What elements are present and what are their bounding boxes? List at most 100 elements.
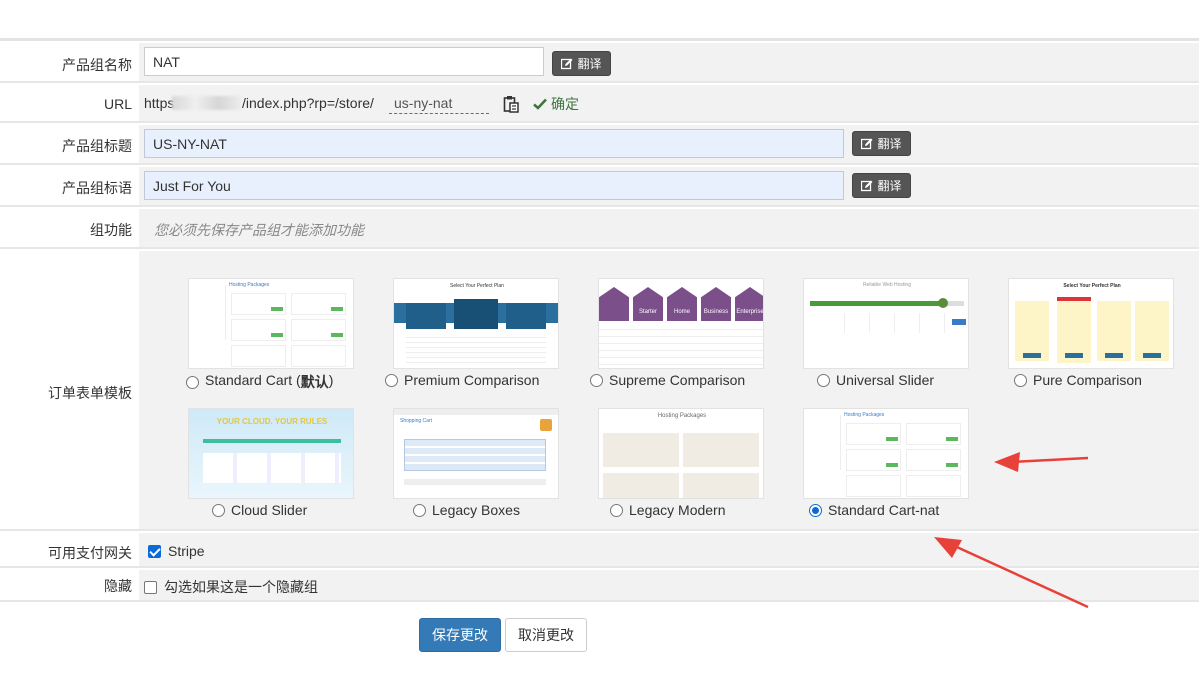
row-url: URL https: /index.php?rp=/store/ us-ny-n…	[0, 85, 1199, 123]
template-radio[interactable]	[385, 373, 398, 387]
hidden-option-label: 勾选如果这是一个隐藏组	[164, 579, 318, 595]
template-thumbnail[interactable]: Select Your Perfect Plan	[1008, 278, 1174, 369]
hidden-checkbox-option[interactable]: 勾选如果这是一个隐藏组	[144, 577, 318, 597]
template-option[interactable]: Select Your Perfect Plan Pure Comparison	[1008, 278, 1174, 388]
template-radio[interactable]	[590, 373, 603, 387]
url-confirm-label: 确定	[551, 97, 579, 113]
thumb-heading: Select Your Perfect Plan	[1063, 283, 1121, 289]
template-option[interactable]: Starter Home Business Enterprise Supreme Com…	[590, 278, 764, 388]
template-thumbnail[interactable]: Shopping Cart	[393, 408, 559, 499]
edit-icon	[861, 180, 873, 191]
check-icon	[533, 98, 547, 110]
url-label: URL	[103, 96, 132, 112]
edit-icon	[861, 138, 873, 149]
template-radio[interactable]	[1014, 373, 1027, 387]
row-hidden: 隐藏 勾选如果这是一个隐藏组	[0, 570, 1199, 602]
template-radio[interactable]	[817, 373, 830, 387]
row-group-name: 产品组名称 翻译	[0, 43, 1199, 83]
hidden-checkbox[interactable]	[144, 580, 157, 594]
translate-button-title[interactable]: 翻译	[852, 131, 911, 156]
thumb-heading: Hosting Packages	[657, 413, 707, 419]
stripe-checkbox[interactable]	[148, 544, 161, 558]
template-name: Standard Cart (	[205, 372, 301, 388]
template-name: Cloud Slider	[231, 502, 308, 518]
row-group-title: 产品组标题 翻译	[0, 125, 1199, 165]
template-radio[interactable]	[809, 503, 822, 517]
thumb-tier: Business	[703, 309, 729, 315]
template-thumbnail[interactable]: Hosting Packages	[803, 408, 969, 499]
translate-button-tagline[interactable]: 翻译	[852, 173, 911, 198]
group-features-label: 组功能	[90, 222, 132, 238]
url-confirm-button[interactable]: 确定	[533, 94, 579, 114]
stripe-checkbox-option[interactable]: Stripe	[148, 543, 205, 559]
template-option[interactable]: Hosting Packages Standard Cart (默认)	[186, 278, 354, 392]
template-thumbnail[interactable]: Select Your Perfect Plan	[393, 278, 559, 369]
payment-gateways-field-area	[139, 533, 1199, 566]
template-option[interactable]: Hosting Packages Legacy Modern	[598, 408, 764, 518]
template-label: Cloud Slider	[231, 502, 307, 518]
template-thumbnail[interactable]: Starter Home Business Enterprise	[598, 278, 764, 369]
top-divider	[0, 38, 1199, 41]
group-name-input[interactable]	[144, 47, 544, 76]
group-title-label: 产品组标题	[62, 138, 132, 154]
template-radio[interactable]	[610, 503, 623, 517]
row-group-tagline: 产品组标语 翻译	[0, 167, 1199, 207]
stripe-label: Stripe	[168, 543, 205, 559]
template-name: Premium Comparison	[404, 372, 540, 388]
template-label: Standard Cart-nat	[828, 502, 939, 518]
template-label: Legacy Boxes	[432, 502, 520, 518]
url-redacted-domain	[172, 96, 242, 110]
template-label: Supreme Comparison	[609, 372, 745, 388]
template-option[interactable]: YOUR CLOUD. YOUR RULES Cloud Slider	[188, 408, 354, 518]
translate-label: 翻译	[877, 179, 902, 193]
template-name: Universal Slider	[836, 372, 935, 388]
template-label: Standard Cart (默认)	[205, 372, 333, 392]
group-tagline-input[interactable]	[144, 171, 844, 200]
template-name: Legacy Modern	[629, 502, 726, 518]
translate-button-name[interactable]: 翻译	[552, 51, 611, 76]
template-thumbnail[interactable]: Hosting Packages	[598, 408, 764, 499]
url-slug-input[interactable]: us-ny-nat	[389, 95, 489, 114]
template-option[interactable]: Reliable Web Hosting Universal Slider	[803, 278, 969, 388]
template-default-marker: 默认	[300, 374, 329, 390]
translate-label: 翻译	[877, 137, 902, 151]
template-name: Pure Comparison	[1033, 372, 1142, 388]
template-label: Pure Comparison	[1033, 372, 1142, 388]
clipboard-icon[interactable]	[503, 95, 519, 113]
template-name: Supreme Comparison	[609, 372, 746, 388]
thumb-heading: Reliable Web Hosting	[863, 282, 911, 288]
thumb-tier: Enterprise	[736, 309, 764, 315]
row-group-features: 组功能 您必须先保存产品组才能添加功能	[0, 209, 1199, 249]
template-name: Standard Cart-nat	[828, 502, 940, 518]
template-option[interactable]: Select Your Perfect Plan Premium Comparis…	[385, 278, 559, 388]
order-template-label: 订单表单模板	[48, 385, 132, 401]
template-thumbnail[interactable]: Reliable Web Hosting	[803, 278, 969, 369]
group-tagline-label: 产品组标语	[62, 180, 132, 196]
row-payment-gateways: 可用支付网关 Stripe	[0, 533, 1199, 568]
template-radio[interactable]	[186, 375, 199, 389]
template-option[interactable]: Shopping Cart Legacy Boxes	[393, 408, 559, 518]
cancel-button[interactable]: 取消更改	[505, 618, 587, 652]
template-label: Universal Slider	[836, 372, 934, 388]
group-name-label: 产品组名称	[62, 57, 132, 73]
thumb-heading: Hosting Packages	[844, 412, 885, 418]
hidden-label: 隐藏	[104, 578, 132, 594]
group-title-input[interactable]	[144, 129, 844, 158]
save-button[interactable]: 保存更改	[419, 618, 501, 652]
edit-icon	[561, 58, 573, 69]
thumb-heading: Shopping Cart	[400, 418, 432, 424]
template-radio[interactable]	[212, 503, 225, 517]
template-thumbnail[interactable]: Hosting Packages	[188, 278, 354, 369]
template-option[interactable]: Hosting Packages Standard Cart-nat	[803, 408, 969, 518]
template-thumbnail[interactable]: YOUR CLOUD. YOUR RULES	[188, 408, 354, 499]
template-radio[interactable]	[413, 503, 426, 517]
template-label: Legacy Modern	[629, 502, 726, 518]
url-path: /index.php?rp=/store/	[242, 95, 374, 111]
group-features-hint: 您必须先保存产品组才能添加功能	[154, 223, 364, 239]
thumb-tier: Starter	[638, 309, 657, 315]
payment-gateways-label: 可用支付网关	[48, 545, 132, 561]
template-label: Premium Comparison	[404, 372, 539, 388]
thumb-heading: YOUR CLOUD. YOUR RULES	[216, 417, 328, 426]
template-name-tail: )	[328, 372, 334, 388]
thumb-heading: Hosting Packages	[229, 282, 270, 288]
